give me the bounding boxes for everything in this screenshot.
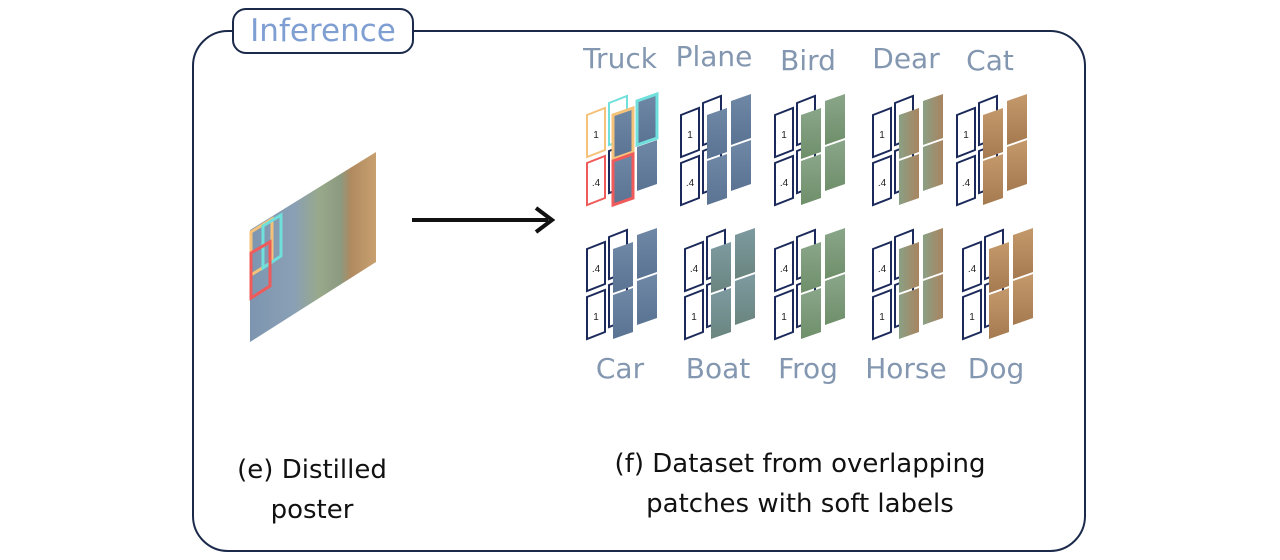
class-label-frog: Frog [778,352,838,385]
image-patch [923,228,943,279]
image-patch [825,94,845,145]
soft-label-value: .4 [968,264,977,275]
image-patch [611,151,635,208]
dataset-caption-line2: patches with soft labels [646,489,954,519]
poster-caption-line1: (e) Distilled [237,455,387,485]
soft-label-value: .4 [878,178,887,189]
image-patch [983,154,1003,205]
image-patch [637,274,657,325]
image-patch [707,154,727,205]
image-patch [899,288,919,339]
soft-label-value: 1 [691,312,697,323]
soft-label-value: 1 [593,130,599,141]
image-patch [825,140,845,191]
image-patch [707,108,727,159]
patch-stack-car: .4.41 [586,228,657,341]
patch-stack-dog: .4.41 [962,228,1033,341]
patch-stack-dear: 1.5.4 [872,94,943,207]
dataset-caption-line1: (f) Dataset from overlapping [614,449,986,479]
image-patch [801,108,821,159]
soft-label-value: .4 [780,264,789,275]
image-patch [989,242,1009,293]
image-patch [735,274,755,325]
soft-label-value: 1 [593,312,599,323]
image-patch [637,140,657,191]
image-patch [613,288,633,339]
dataset-caption: (f) Dataset from overlapping patches wit… [615,444,986,524]
class-label-cat: Cat [966,44,1014,77]
class-label-boat: Boat [685,352,751,385]
image-patch [923,140,943,191]
patch-stack-cat: 1.5.4 [956,94,1027,207]
soft-label-value: 1 [963,130,969,141]
soft-label-value: .4 [686,178,695,189]
soft-label-value: 1 [969,312,975,323]
image-patch [801,242,821,293]
image-patch [731,94,751,145]
patch-stack-plane: 1.5.4 [680,94,751,207]
soft-label-value: .4 [690,264,699,275]
image-patch [635,91,659,148]
patch-stack-truck: 1.5.4 [586,91,659,208]
image-patch [825,274,845,325]
image-patch [899,108,919,159]
image-patch [825,228,845,279]
image-patch [1013,274,1033,325]
image-patch [731,140,751,191]
class-label-dog: Dog [967,352,1025,385]
soft-label-value: 1 [687,130,693,141]
image-patch [711,288,731,339]
soft-label-value: 1 [781,130,787,141]
image-patch [611,105,635,162]
patch-stack-frog: .4.41 [774,228,845,341]
distilled-poster [249,152,376,342]
image-patch [801,154,821,205]
image-patch [1007,94,1027,145]
patch-stack-horse: .4.41 [872,228,943,341]
class-label-truck: Truck [583,42,657,75]
image-patch [923,274,943,325]
image-patch [711,242,731,293]
image-patch [637,228,657,279]
soft-label-value: 1 [781,312,787,323]
class-label-bird: Bird [780,44,836,77]
image-patch [899,242,919,293]
image-patch [989,288,1009,339]
image-patch [1007,140,1027,191]
image-patch [735,228,755,279]
class-label-car: Car [595,352,645,385]
soft-label-value: 1 [879,130,885,141]
soft-label-value: 1 [879,312,885,323]
soft-label-value: .4 [780,178,789,189]
poster-caption: (e) Distilled poster [237,450,387,530]
soft-label-value: .4 [592,264,601,275]
soft-label-value: .4 [962,178,971,189]
image-patch [613,242,633,293]
soft-label-value: .4 [592,178,601,189]
image-patch [1013,228,1033,279]
image-patch [801,288,821,339]
class-label-horse: Horse [865,352,947,385]
arrow-right-icon [412,206,556,234]
image-patch [923,94,943,145]
soft-label-value: .4 [878,264,887,275]
patch-stack-bird: 1.5.4 [774,94,845,207]
poster-caption-line2: poster [270,495,354,525]
image-patch [899,154,919,205]
class-label-plane: Plane [675,40,753,73]
image-patch [983,108,1003,159]
class-label-dear: Dear [872,42,940,75]
patch-stack-boat: .4.41 [684,228,755,341]
